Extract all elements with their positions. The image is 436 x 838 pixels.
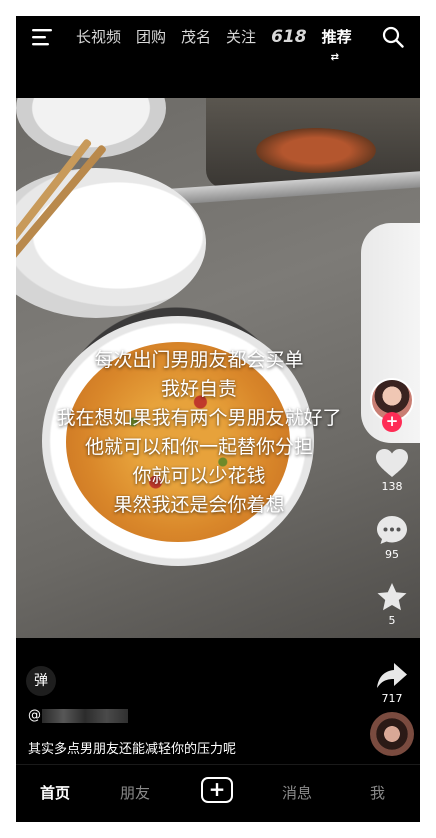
tab-me[interactable]: 我 xyxy=(370,783,385,803)
favorite-button[interactable]: 5 xyxy=(368,582,416,627)
video-player[interactable]: 每次出门男朋友都会买单 我好自责 我在想如果我有两个男朋友就好了 他就可以和你一… xyxy=(16,98,420,638)
caption-line: 你就可以少花钱 xyxy=(132,465,266,487)
phone-screen: 每次出门男朋友都会买单 我好自责 我在想如果我有两个男朋友就好了 他就可以和你一… xyxy=(16,16,420,822)
tab-messages[interactable]: 消息 xyxy=(282,783,312,803)
caption-line: 他就可以和你一起替你分担 xyxy=(84,436,313,458)
caption-line: 我在想如果我有两个男朋友就好了 xyxy=(56,407,342,429)
search-icon[interactable] xyxy=(382,26,404,48)
tab-618[interactable]: 618 xyxy=(271,26,307,48)
heart-icon xyxy=(376,449,408,477)
danmu-toggle[interactable]: 弹 xyxy=(26,666,56,696)
follow-button[interactable]: + xyxy=(382,412,402,432)
share-button[interactable]: 717 xyxy=(368,662,416,705)
tab-home[interactable]: 首页 xyxy=(40,783,70,803)
hotpot-food xyxy=(256,128,376,173)
menu-icon[interactable] xyxy=(32,28,54,46)
video-caption: 每次出门男朋友都会买单 我好自责 我在想如果我有两个男朋友就好了 他就可以和你一… xyxy=(16,346,382,520)
like-count: 138 xyxy=(381,480,403,493)
comment-button[interactable]: 95 xyxy=(368,514,416,561)
caption-line: 果然我还是会你着想 xyxy=(113,494,285,516)
video-description[interactable]: 其实多点男朋友还能减轻你的压力呢 xyxy=(28,738,236,757)
plate-top-left xyxy=(16,98,166,158)
tab-long-video[interactable]: 长视频 xyxy=(76,26,121,48)
comment-icon xyxy=(377,516,407,544)
tab-recommend[interactable]: 推荐 ⇄ xyxy=(321,26,352,63)
caption-line: 我好自责 xyxy=(160,378,237,400)
top-navigation: 长视频 团购 茂名 关注 618 推荐 ⇄ xyxy=(16,16,420,63)
comment-count: 95 xyxy=(385,548,399,561)
tab-following[interactable]: 关注 xyxy=(226,26,256,48)
tab-group-buy[interactable]: 团购 xyxy=(136,26,166,48)
tab-local[interactable]: 茂名 xyxy=(181,26,211,48)
refresh-icon: ⇄ xyxy=(330,52,339,63)
bottom-tab-bar: 首页 朋友 + 消息 我 xyxy=(16,764,420,822)
favorite-count: 5 xyxy=(388,614,396,627)
caption-line: 每次出门男朋友都会买单 xyxy=(94,349,304,371)
share-count: 717 xyxy=(381,692,403,705)
author-name[interactable]: @ xyxy=(28,706,148,726)
create-button[interactable]: + xyxy=(201,777,233,803)
author-at-sign: @ xyxy=(28,708,41,723)
share-arrow-icon xyxy=(377,663,407,688)
top-tabs: 长视频 团购 茂名 关注 618 推荐 ⇄ xyxy=(76,26,352,63)
tab-friends[interactable]: 朋友 xyxy=(120,783,150,803)
music-disc[interactable] xyxy=(370,712,414,756)
tab-recommend-label: 推荐 xyxy=(321,28,352,46)
like-button[interactable]: 138 xyxy=(368,448,416,493)
author-name-blurred xyxy=(42,709,128,723)
star-icon xyxy=(377,583,407,611)
